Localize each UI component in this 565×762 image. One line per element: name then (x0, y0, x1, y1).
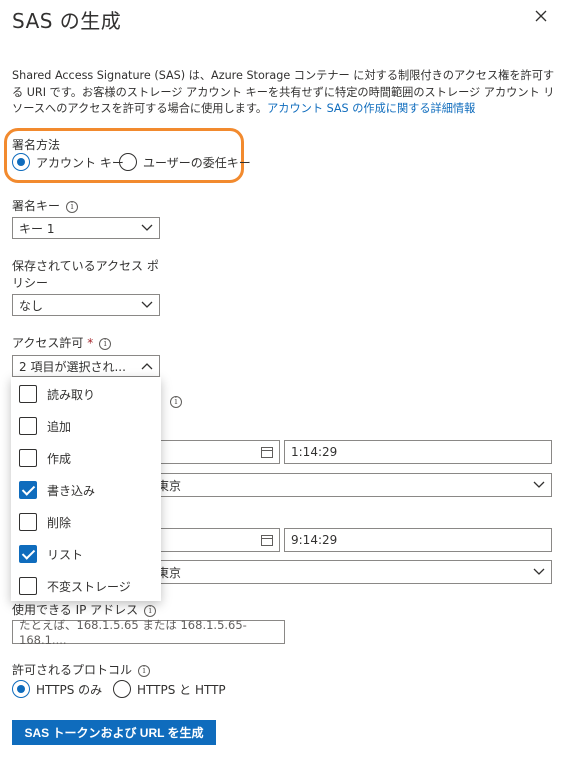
stored-policy-label: 保存されているアクセス ポリシー (12, 259, 159, 290)
panel-title: SAS の生成 (12, 9, 122, 33)
calendar-icon (261, 534, 273, 546)
permissions-label-text: アクセス許可 (12, 336, 84, 350)
learn-more-link[interactable]: アカウント SAS の作成に関する詳細情報 (267, 102, 475, 115)
radio-unselected-icon (119, 153, 137, 171)
signing-method-label: 署名方法 (12, 138, 61, 152)
expiry-date-input[interactable] (150, 528, 280, 552)
permission-option-read[interactable]: 読み取り (19, 385, 95, 403)
info-icon[interactable]: i (144, 605, 157, 617)
permission-option-label: 不変ストレージ (47, 579, 131, 594)
info-icon[interactable]: i (66, 201, 79, 213)
permissions-dropdown: 読み取り 追加 作成 書き込み 削除 リスト 不変ストレージ (11, 377, 161, 601)
permissions-label: アクセス許可 * i (12, 334, 112, 351)
protocols-label-text: 許可されるプロトコル (12, 663, 133, 677)
radio-https-and-http[interactable]: HTTPS と HTTP (113, 680, 226, 698)
permission-option-label: 読み取り (47, 387, 96, 402)
signing-key-label-text: 署名キー (12, 199, 61, 213)
chevron-down-icon (141, 224, 153, 231)
radio-https-only[interactable]: HTTPS のみ (12, 680, 102, 698)
checkbox-icon (19, 449, 37, 467)
expiry-timezone-select[interactable]: 東京 (150, 560, 552, 584)
signing-key-value: キー 1 (19, 221, 55, 236)
radio-selected-icon (12, 153, 30, 171)
checkbox-icon (19, 385, 37, 403)
permission-option-immutable-storage[interactable]: 不変ストレージ (19, 577, 131, 595)
start-time-input[interactable]: 1:14:29 (284, 440, 552, 464)
checkbox-checked-icon (19, 545, 37, 563)
radio-user-delegation-key-label: ユーザーの委任キー (143, 155, 251, 170)
radio-unselected-icon (113, 680, 131, 698)
info-icon[interactable]: i (170, 396, 182, 408)
info-icon[interactable]: i (99, 338, 112, 350)
permission-option-label: 作成 (47, 451, 72, 466)
ip-label-text: 使用できる IP アドレス (12, 603, 139, 617)
permission-option-label: 削除 (47, 515, 72, 530)
permission-option-add[interactable]: 追加 (19, 417, 71, 435)
permissions-select[interactable]: 2 項目が選択され... (12, 355, 160, 377)
chevron-up-icon (141, 363, 153, 370)
permission-option-write[interactable]: 書き込み (19, 481, 95, 499)
required-mark: * (87, 336, 94, 350)
start-timezone-select[interactable]: 東京 (150, 473, 552, 497)
radio-account-key[interactable]: アカウント キー (12, 153, 124, 171)
ip-label: 使用できる IP アドレス i (12, 601, 157, 618)
radio-https-only-label: HTTPS のみ (36, 682, 103, 697)
checkbox-icon (19, 417, 37, 435)
chevron-down-icon (141, 301, 153, 308)
permission-option-create[interactable]: 作成 (19, 449, 71, 467)
signing-key-select[interactable]: キー 1 (12, 217, 160, 239)
chevron-down-icon (533, 481, 545, 488)
checkbox-icon (19, 513, 37, 531)
permission-option-label: 追加 (47, 419, 72, 434)
permissions-value: 2 項目が選択され... (19, 359, 126, 374)
permission-option-label: 書き込み (47, 483, 96, 498)
checkbox-checked-icon (19, 481, 37, 499)
generate-sas-button[interactable]: SAS トークンおよび URL を生成 (12, 720, 216, 745)
radio-user-delegation-key[interactable]: ユーザーの委任キー (119, 153, 251, 171)
expiry-time-input[interactable]: 9:14:29 (284, 528, 552, 552)
permission-option-list[interactable]: リスト (19, 545, 83, 563)
checkbox-icon (19, 577, 37, 595)
permission-option-delete[interactable]: 削除 (19, 513, 71, 531)
radio-selected-icon (12, 680, 30, 698)
stored-policy-select[interactable]: なし (12, 294, 160, 316)
close-icon[interactable] (531, 6, 551, 26)
signing-key-label: 署名キー i (12, 197, 79, 214)
permission-option-label: リスト (47, 547, 84, 562)
radio-account-key-label: アカウント キー (36, 155, 124, 170)
start-date-input[interactable] (150, 440, 280, 464)
protocols-label: 許可されるプロトコル i (12, 661, 151, 678)
chevron-down-icon (533, 568, 545, 575)
ip-input[interactable]: たとえば、168.1.5.65 または 168.1.5.65-168.1.... (12, 618, 285, 647)
calendar-icon (261, 446, 273, 458)
info-icon[interactable]: i (138, 665, 151, 677)
description: Shared Access Signature (SAS) は、Azure St… (12, 68, 557, 118)
stored-policy-value: なし (19, 298, 44, 313)
radio-https-and-http-label: HTTPS と HTTP (137, 682, 226, 697)
